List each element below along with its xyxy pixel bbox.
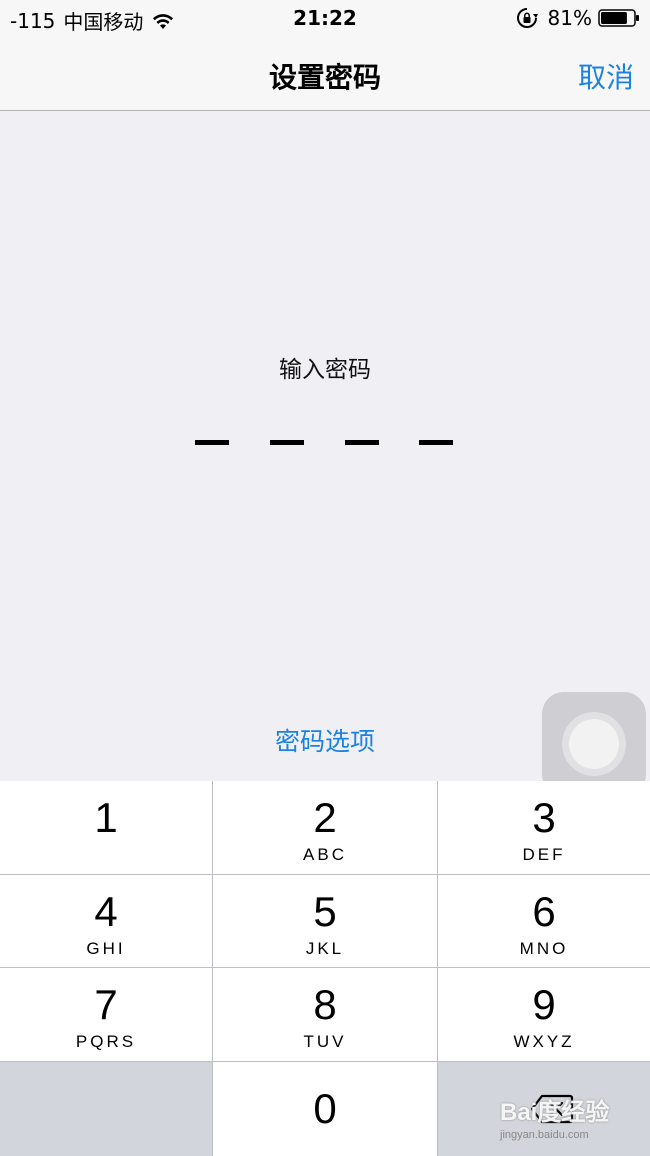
status-bar: -115 中国移动 21:22 81% xyxy=(0,0,650,36)
key-digit: 2 xyxy=(313,794,337,841)
assistive-touch-center xyxy=(569,719,619,769)
key-letters: DEF xyxy=(522,845,566,864)
passcode-indicators xyxy=(0,440,650,448)
battery-icon xyxy=(598,9,639,27)
key-letters: MNO xyxy=(519,939,569,958)
key-digit: 3 xyxy=(532,794,556,841)
watermark-url: jingyan.baidu.com xyxy=(500,1129,589,1141)
key-digit: 8 xyxy=(313,981,337,1028)
page-title: 设置密码 xyxy=(268,61,381,94)
passcode-prompt: 输入密码 xyxy=(279,357,371,383)
cancel-button[interactable]: 取消 xyxy=(578,56,634,96)
key-digit: 7 xyxy=(94,981,118,1028)
status-right: 81% xyxy=(516,6,640,30)
key-letters: GHI xyxy=(86,939,126,958)
watermark-logo-text: Bai度经验 xyxy=(500,1099,610,1126)
passcode-dash-2 xyxy=(270,440,304,445)
key-1[interactable]: 1 xyxy=(0,781,212,874)
key-7[interactable]: 7 PQRS xyxy=(0,968,212,1061)
key-digit: 6 xyxy=(532,888,556,935)
navigation-bar: 设置密码 取消 xyxy=(0,36,650,111)
key-letters: WXYZ xyxy=(513,1032,575,1051)
key-letters: TUV xyxy=(303,1032,347,1051)
key-digit: 9 xyxy=(532,981,556,1028)
key-3[interactable]: 3 DEF xyxy=(438,781,650,874)
key-empty xyxy=(0,1062,212,1156)
key-digit: 1 xyxy=(94,794,118,841)
key-letters: ABC xyxy=(303,845,347,864)
key-digit: 5 xyxy=(313,888,337,935)
key-2[interactable]: 2 ABC xyxy=(213,781,437,874)
key-8[interactable]: 8 TUV xyxy=(213,968,437,1061)
passcode-dash-4 xyxy=(419,440,453,445)
passcode-dash-3 xyxy=(345,440,379,445)
key-digit: 0 xyxy=(313,1085,337,1132)
battery-percent: 81% xyxy=(547,6,592,30)
key-letters: PQRS xyxy=(75,1032,137,1051)
key-digit: 4 xyxy=(94,888,118,935)
key-4[interactable]: 4 GHI xyxy=(0,875,212,967)
passcode-dash-1 xyxy=(195,440,229,445)
key-9[interactable]: 9 WXYZ xyxy=(438,968,650,1061)
key-letters: JKL xyxy=(305,939,345,958)
key-5[interactable]: 5 JKL xyxy=(213,875,437,967)
key-0[interactable]: 0 xyxy=(213,1062,437,1156)
baidu-watermark: Bai度经验 jingyan.baidu.com xyxy=(500,1092,640,1142)
key-6[interactable]: 6 MNO xyxy=(438,875,650,967)
rotation-lock-icon xyxy=(516,8,538,28)
